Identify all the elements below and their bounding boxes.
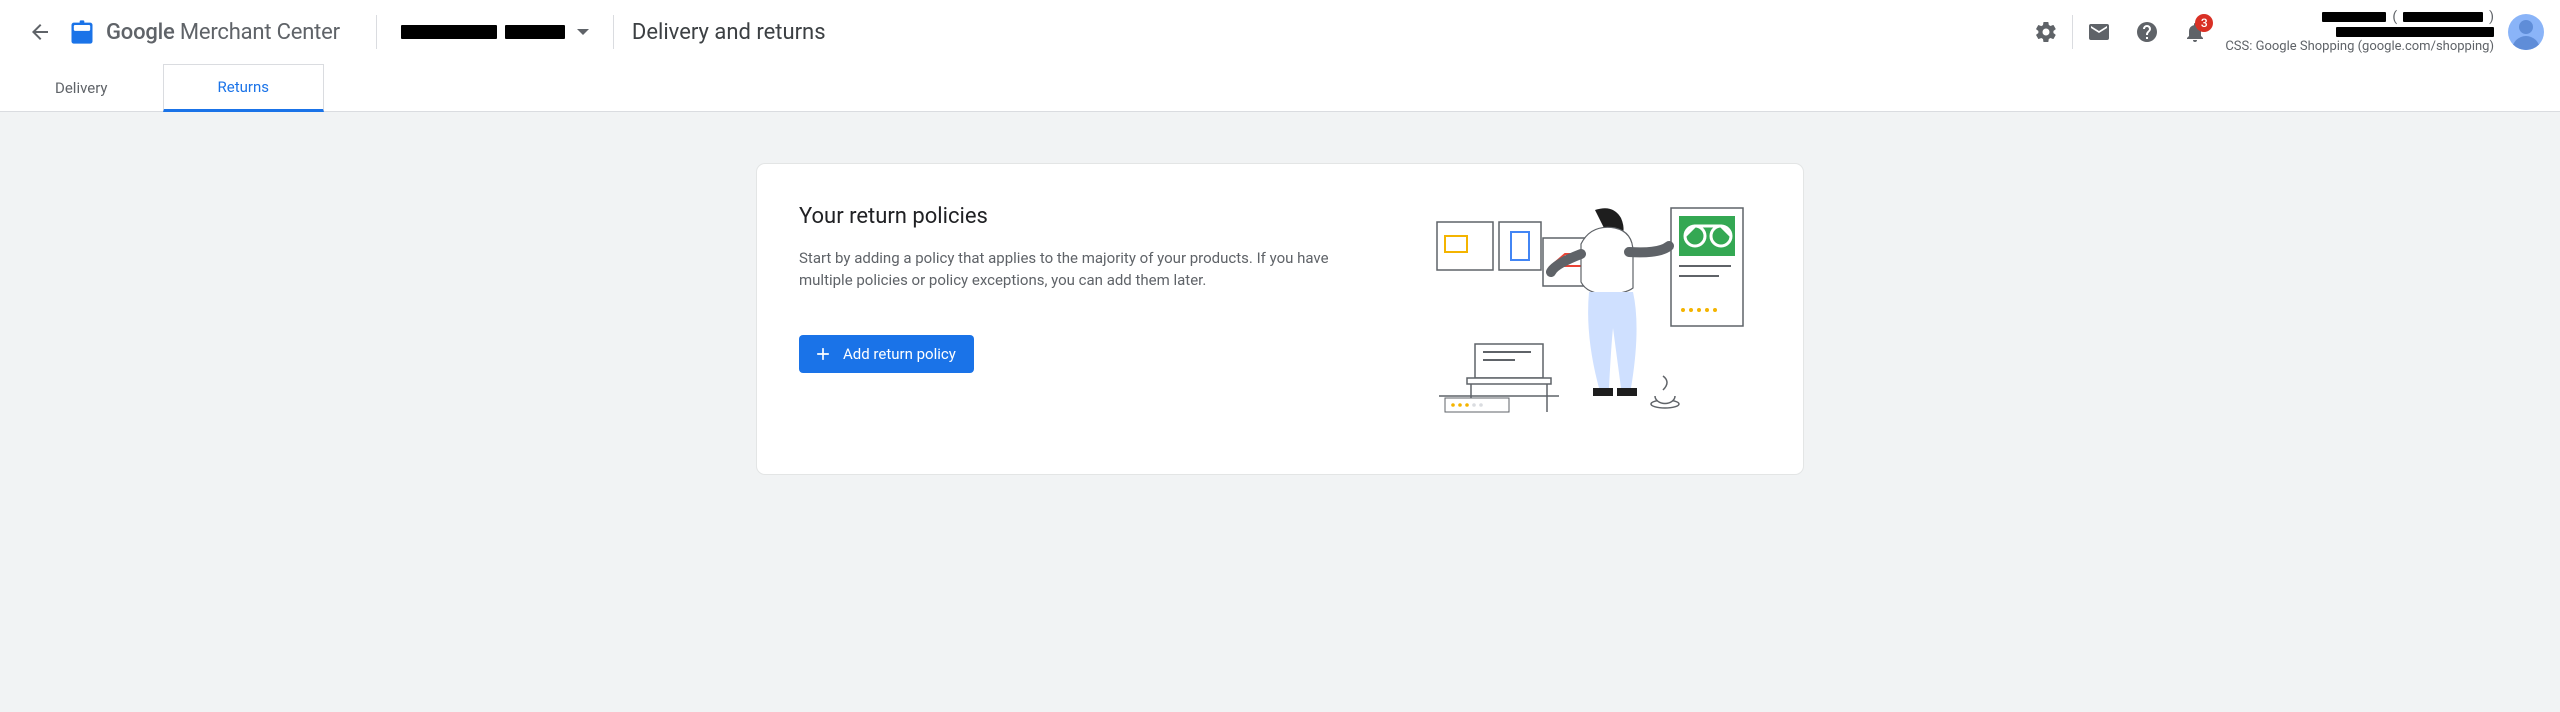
account-info: () CSS: Google Shopping (google.com/shop… [2225, 9, 2494, 55]
redacted-text [2336, 27, 2494, 37]
gear-icon [2034, 20, 2058, 44]
add-return-policy-button[interactable]: Add return policy [799, 335, 974, 373]
redacted-text [401, 25, 497, 39]
button-label: Add return policy [843, 345, 956, 363]
tab-returns[interactable]: Returns [163, 64, 324, 112]
help-icon [2135, 20, 2159, 44]
account-selector[interactable] [395, 21, 595, 43]
notifications-button[interactable]: 3 [2171, 8, 2219, 56]
card-body: Start by adding a policy that applies to… [799, 247, 1371, 291]
page-title: Delivery and returns [632, 20, 826, 45]
separator [376, 15, 377, 49]
separator [2072, 15, 2073, 49]
tabs: Delivery Returns [0, 64, 2560, 112]
redacted-text [2403, 12, 2483, 22]
plus-icon [813, 344, 833, 364]
settings-button[interactable] [2022, 8, 2070, 56]
mail-icon [2087, 20, 2111, 44]
css-property-line: CSS: Google Shopping (google.com/shoppin… [2225, 39, 2494, 55]
redacted-text [2322, 12, 2386, 22]
tab-delivery[interactable]: Delivery [0, 64, 163, 111]
chevron-down-icon [577, 29, 589, 35]
return-policies-card: Your return policies Start by adding a p… [757, 164, 1803, 474]
illustration [1431, 204, 1761, 418]
avatar[interactable] [2508, 14, 2544, 50]
top-bar: Google Merchant Center Delivery and retu… [0, 0, 2560, 64]
brand-text: Google Merchant Center [106, 20, 340, 45]
merchant-center-logo-icon [68, 18, 96, 46]
brand-lockup: Google Merchant Center [68, 18, 340, 46]
arrow-left-icon [28, 20, 52, 44]
separator [613, 15, 614, 49]
main-stage: Your return policies Start by adding a p… [0, 112, 2560, 474]
card-title: Your return policies [799, 204, 1371, 229]
notification-badge: 3 [2195, 14, 2213, 32]
help-button[interactable] [2123, 8, 2171, 56]
redacted-text [505, 25, 565, 39]
back-button[interactable] [16, 8, 64, 56]
mail-button[interactable] [2075, 8, 2123, 56]
